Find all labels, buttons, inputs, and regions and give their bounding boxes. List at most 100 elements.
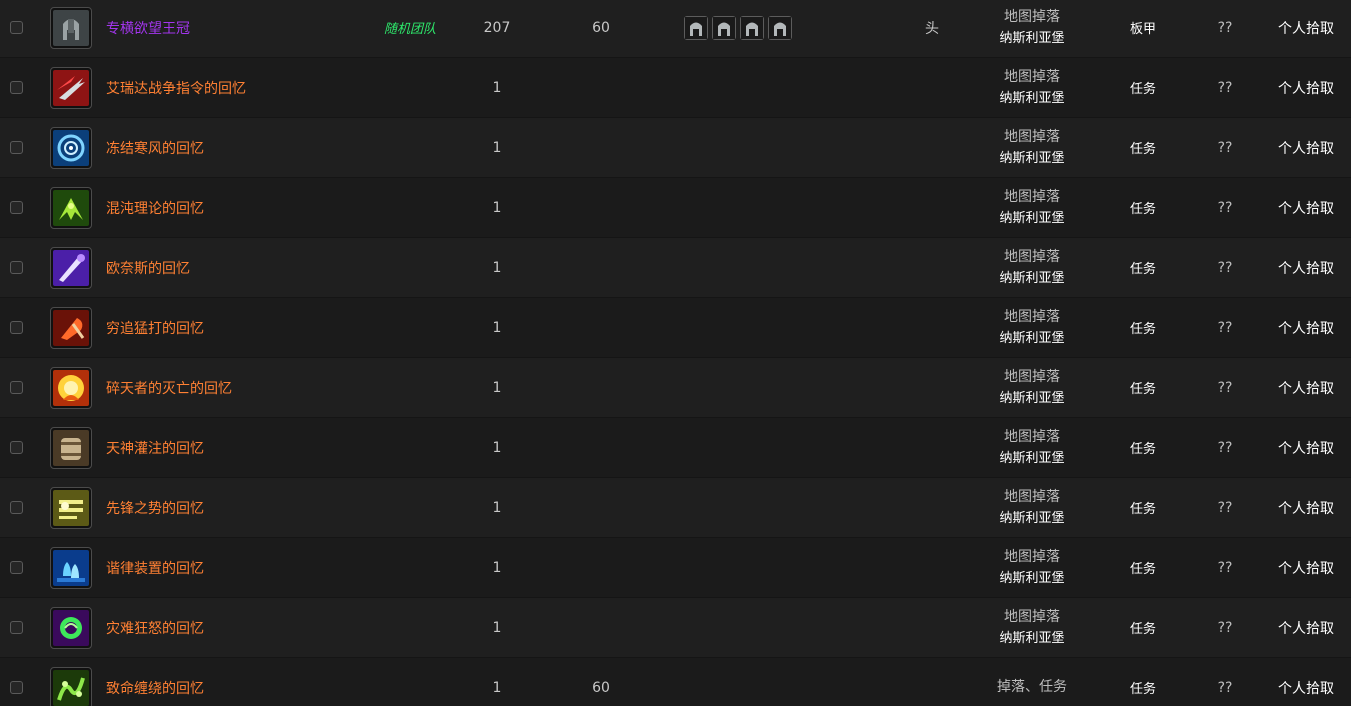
row-checkbox[interactable] (9, 681, 23, 694)
item-name-cell: 穷追猛打的回忆 (106, 298, 376, 357)
drop-zone-link[interactable]: 纳斯利亚堡 (999, 448, 1064, 469)
item-name-link[interactable]: 欧奈斯的回忆 (106, 258, 190, 278)
drop-zone-link[interactable]: 纳斯利亚堡 (999, 628, 1064, 649)
drop-zone-link[interactable]: 纳斯利亚堡 (999, 28, 1064, 49)
table-row[interactable]: 灾难狂怒的回忆 1 地图掉落 纳斯利亚堡 任务?? 个人拾取 (0, 598, 1351, 658)
table-row[interactable]: 天神灌注的回忆 1 地图掉落 纳斯利亚堡 任务?? 个人拾取 (0, 418, 1351, 478)
checkbox-cell (8, 58, 24, 117)
loot-type: 个人拾取 (1278, 620, 1334, 637)
checkbox-cell (8, 358, 24, 417)
item-name-link[interactable]: 灾难狂怒的回忆 (106, 618, 204, 638)
drop-zone-link[interactable]: 纳斯利亚堡 (999, 208, 1064, 229)
row-checkbox[interactable] (9, 81, 23, 94)
row-checkbox[interactable] (9, 501, 23, 514)
loot-type: 个人拾取 (1278, 440, 1334, 457)
item-name-link[interactable]: 先锋之势的回忆 (106, 498, 204, 518)
source-tag-cell (384, 178, 454, 237)
drop-type: 地图掉落 (1004, 428, 1060, 445)
axe-strike-icon[interactable] (50, 306, 92, 349)
slot-cell (915, 418, 949, 477)
drop-zone-link[interactable]: 纳斯利亚堡 (999, 388, 1064, 409)
item-name-link[interactable]: 专横欲望王冠 (106, 18, 190, 38)
table-row[interactable]: 艾瑞达战争指令的回忆 1 地图掉落 纳斯利亚堡 任务?? 个人拾取 (0, 58, 1351, 118)
source-tag-cell (384, 598, 454, 657)
row-checkbox[interactable] (9, 441, 23, 454)
item-name-link[interactable]: 谐律装置的回忆 (106, 558, 204, 578)
unknown-cell: ?? (1205, 478, 1245, 537)
item-type-cell: 任务 (1115, 418, 1171, 477)
item-level-cell: 1 (467, 58, 527, 117)
set-piece-icon[interactable] (684, 15, 708, 40)
loot-type-cell: 个人拾取 (1270, 58, 1342, 117)
unknown-value: ?? (1217, 499, 1233, 516)
drop-zone-link[interactable]: 纳斯利亚堡 (999, 148, 1064, 169)
item-icon-cell (50, 478, 94, 537)
drop-zone-link[interactable]: 纳斯利亚堡 (999, 568, 1064, 589)
drop-source-cell: 地图掉落 纳斯利亚堡 (980, 358, 1084, 417)
set-pieces-cell (684, 118, 814, 177)
checkbox-cell (8, 0, 24, 57)
water-drops-icon[interactable] (50, 546, 92, 589)
row-checkbox[interactable] (9, 381, 23, 394)
table-row[interactable]: 碎天者的灭亡的回忆 1 地图掉落 纳斯利亚堡 任务?? 个人拾取 (0, 358, 1351, 418)
item-name-cell: 冻结寒风的回忆 (106, 118, 376, 177)
table-row[interactable]: 穷追猛打的回忆 1 地图掉落 纳斯利亚堡 任务?? 个人拾取 (0, 298, 1351, 358)
set-piece-icon[interactable] (768, 15, 792, 40)
item-type: 任务 (1129, 82, 1156, 97)
poison-vines-icon[interactable] (50, 666, 92, 706)
set-pieces-cell (684, 58, 814, 117)
row-checkbox[interactable] (9, 201, 23, 214)
table-row[interactable]: 谐律装置的回忆 1 地图掉落 纳斯利亚堡 任务?? 个人拾取 (0, 538, 1351, 598)
item-name-link[interactable]: 碎天者的灭亡的回忆 (106, 378, 232, 398)
item-name-link[interactable]: 穷追猛打的回忆 (106, 318, 204, 338)
drop-type: 地图掉落 (1004, 548, 1060, 565)
claw-slash-icon[interactable] (50, 66, 92, 109)
item-icon-cell (50, 118, 94, 177)
source-tag: 随机团队 (384, 22, 437, 37)
item-name-link[interactable]: 天神灌注的回忆 (106, 438, 204, 458)
drop-zone-link[interactable]: 纳斯利亚堡 (999, 508, 1064, 529)
row-checkbox[interactable] (9, 561, 23, 574)
unknown-value: ?? (1217, 19, 1233, 36)
row-checkbox[interactable] (9, 141, 23, 154)
plate-helm-icon[interactable] (50, 6, 92, 49)
drop-zone-link[interactable]: 纳斯利亚堡 (999, 88, 1064, 109)
row-checkbox[interactable] (9, 21, 23, 34)
required-level-cell (571, 598, 631, 657)
item-type-cell: 任务 (1115, 238, 1171, 297)
unknown-value: ?? (1217, 79, 1233, 96)
item-name-link[interactable]: 混沌理论的回忆 (106, 198, 204, 218)
holy-rune-icon[interactable] (50, 486, 92, 529)
table-row[interactable]: 先锋之势的回忆 1 地图掉落 纳斯利亚堡 任务?? 个人拾取 (0, 478, 1351, 538)
item-name-cell: 欧奈斯的回忆 (106, 238, 376, 297)
table-row[interactable]: 致命缠绕的回忆 1 60 掉落、任务 任务?? 个人拾取 (0, 658, 1351, 706)
drop-zone-link[interactable]: 纳斯利亚堡 (999, 268, 1064, 289)
source-tag-cell (384, 478, 454, 537)
item-name-link[interactable]: 艾瑞达战争指令的回忆 (106, 78, 246, 98)
set-piece-icon[interactable] (740, 15, 764, 40)
table-row[interactable]: 专横欲望王冠 随机团队 207 60 头 地图掉落 纳斯利亚堡 板甲?? 个人拾取 (0, 0, 1351, 58)
table-row[interactable]: 欧奈斯的回忆 1 地图掉落 纳斯利亚堡 任务?? 个人拾取 (0, 238, 1351, 298)
item-type: 任务 (1129, 442, 1156, 457)
arcane-bolt-icon[interactable] (50, 246, 92, 289)
drop-zone-link[interactable]: 纳斯利亚堡 (999, 328, 1064, 349)
required-level-cell (571, 478, 631, 537)
item-level: 1 (492, 139, 502, 156)
unknown-value: ?? (1217, 439, 1233, 456)
keg-icon[interactable] (50, 426, 92, 469)
frost-swirl-icon[interactable] (50, 126, 92, 169)
item-name-link[interactable]: 致命缠绕的回忆 (106, 678, 204, 698)
chaos-orb-icon[interactable] (50, 606, 92, 649)
row-checkbox[interactable] (9, 321, 23, 334)
loot-type: 个人拾取 (1278, 320, 1334, 337)
fire-burst-icon[interactable] (50, 366, 92, 409)
row-checkbox[interactable] (9, 261, 23, 274)
drop-type: 地图掉落 (1004, 488, 1060, 505)
table-row[interactable]: 冻结寒风的回忆 1 地图掉落 纳斯利亚堡 任务?? 个人拾取 (0, 118, 1351, 178)
fel-wings-icon[interactable] (50, 186, 92, 229)
row-checkbox[interactable] (9, 621, 23, 634)
item-name-link[interactable]: 冻结寒风的回忆 (106, 138, 204, 158)
required-level-cell (571, 538, 631, 597)
set-piece-icon[interactable] (712, 15, 736, 40)
table-row[interactable]: 混沌理论的回忆 1 地图掉落 纳斯利亚堡 任务?? 个人拾取 (0, 178, 1351, 238)
